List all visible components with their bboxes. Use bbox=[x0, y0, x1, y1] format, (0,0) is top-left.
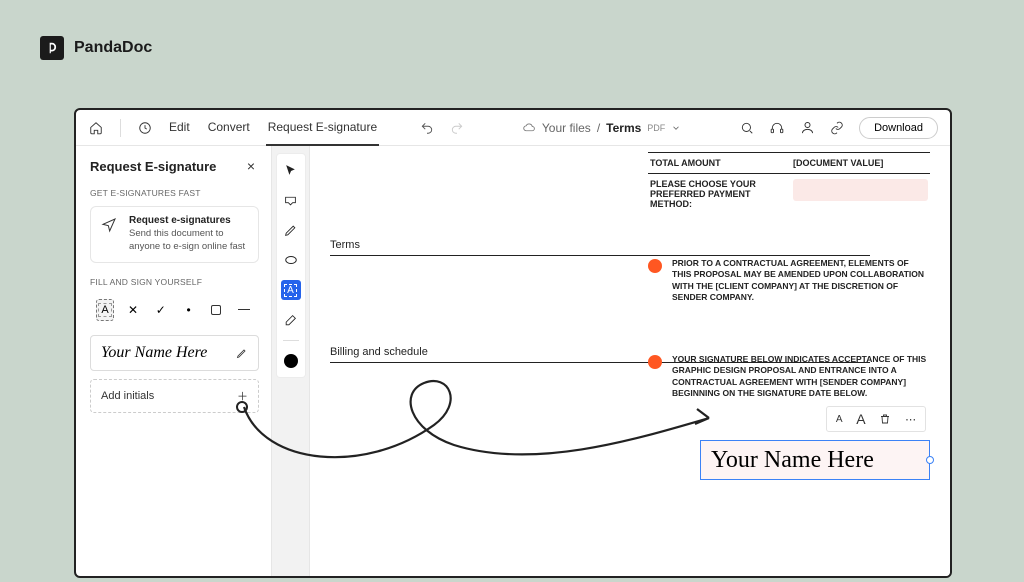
signature-preview-text: Your Name Here bbox=[101, 344, 207, 362]
terms-bullet-2-text: YOUR SIGNATURE BELOW INDICATES ACCEPTANC… bbox=[672, 354, 930, 400]
terms-bullet-2: YOUR SIGNATURE BELOW INDICATES ACCEPTANC… bbox=[648, 354, 930, 400]
tab-convert[interactable]: Convert bbox=[206, 110, 252, 146]
more-icon[interactable]: ⋯ bbox=[899, 413, 922, 426]
breadcrumb-suffix: PDF bbox=[647, 123, 665, 133]
rect-icon[interactable] bbox=[207, 299, 225, 321]
trash-icon[interactable] bbox=[873, 413, 897, 425]
resize-handle-icon[interactable] bbox=[926, 456, 934, 464]
app-window: Edit Convert Request E-signature Your fi… bbox=[74, 108, 952, 578]
lasso-tool-icon[interactable] bbox=[281, 250, 301, 270]
request-esign-card[interactable]: Request e-signatures Send this document … bbox=[90, 206, 259, 263]
close-icon[interactable]: × bbox=[243, 156, 259, 176]
total-amount-value: [DOCUMENT VALUE] bbox=[793, 158, 928, 168]
cursor-tool-icon[interactable] bbox=[281, 160, 301, 180]
textbox-tool-icon[interactable]: A bbox=[281, 280, 301, 300]
terms-bullet-1-text: PRIOR TO A CONTRACTUAL AGREEMENT, ELEMEN… bbox=[672, 258, 930, 304]
send-icon bbox=[101, 215, 119, 254]
chevron-down-icon[interactable] bbox=[671, 123, 681, 133]
tab-esignature[interactable]: Request E-signature bbox=[266, 110, 379, 146]
font-large-icon[interactable]: A bbox=[850, 411, 871, 427]
terms-bullet-1: PRIOR TO A CONTRACTUAL AGREEMENT, ELEMEN… bbox=[648, 258, 930, 304]
brand-logo-row: PandaDoc bbox=[40, 36, 152, 60]
user-icon[interactable] bbox=[799, 120, 815, 136]
bullet-dot-icon bbox=[648, 355, 662, 369]
link-icon[interactable] bbox=[829, 120, 845, 136]
history-icon[interactable] bbox=[137, 120, 153, 136]
x-mark-icon[interactable]: ✕ bbox=[124, 299, 142, 321]
font-small-icon[interactable]: A bbox=[830, 414, 849, 425]
eraser-tool-icon[interactable] bbox=[281, 310, 301, 330]
pandadoc-logo-icon bbox=[40, 36, 64, 60]
line-icon[interactable] bbox=[235, 299, 253, 321]
signature-preview-box[interactable]: Your Name Here bbox=[90, 335, 259, 371]
pencil-icon[interactable] bbox=[236, 347, 248, 359]
redo-icon[interactable] bbox=[449, 120, 465, 136]
sidebar-section-2-label: FILL AND SIGN YOURSELF bbox=[90, 277, 259, 287]
doc-summary-table: TOTAL AMOUNT [DOCUMENT VALUE] PLEASE CHO… bbox=[648, 152, 930, 214]
document-canvas: TOTAL AMOUNT [DOCUMENT VALUE] PLEASE CHO… bbox=[310, 146, 950, 576]
add-initials-button[interactable]: Add initials ＋ bbox=[90, 379, 259, 413]
text-tool-icon[interactable]: A bbox=[96, 299, 114, 321]
search-icon[interactable] bbox=[739, 120, 755, 136]
promo-body: Send this document to anyone to e-sign o… bbox=[129, 228, 248, 254]
sidebar-title: Request E-signature bbox=[90, 159, 216, 174]
payment-method-field[interactable] bbox=[793, 179, 928, 201]
home-icon[interactable] bbox=[88, 120, 104, 136]
sign-tools-row: A ✕ ✓ • bbox=[90, 295, 259, 325]
pen-tool-icon[interactable] bbox=[281, 220, 301, 240]
sidebar-section-1-label: GET E-SIGNATURES FAST bbox=[90, 188, 259, 198]
signature-format-toolbar: A A ⋯ bbox=[826, 406, 926, 432]
menu-divider bbox=[120, 119, 121, 137]
payment-method-label: PLEASE CHOOSE YOUR PREFERRED PAYMENT MET… bbox=[650, 179, 785, 209]
sidebar-panel: Request E-signature × GET E-SIGNATURES F… bbox=[76, 146, 272, 576]
breadcrumb[interactable]: Your files / Terms PDF bbox=[523, 121, 681, 135]
vertical-toolbelt: A bbox=[272, 146, 310, 576]
comment-tool-icon[interactable] bbox=[281, 190, 301, 210]
headphones-icon[interactable] bbox=[769, 120, 785, 136]
total-amount-label: TOTAL AMOUNT bbox=[650, 158, 785, 168]
plus-icon: ＋ bbox=[237, 388, 248, 404]
bullet-dot-icon bbox=[648, 259, 662, 273]
promo-title: Request e-signatures bbox=[129, 215, 248, 226]
breadcrumb-prefix: Your files bbox=[542, 121, 591, 135]
download-button[interactable]: Download bbox=[859, 117, 938, 139]
add-initials-label: Add initials bbox=[101, 390, 154, 402]
terms-heading: Terms bbox=[330, 239, 870, 256]
dot-icon[interactable]: • bbox=[180, 299, 198, 321]
brand-name: PandaDoc bbox=[74, 39, 152, 57]
top-menu: Edit Convert Request E-signature Your fi… bbox=[76, 110, 950, 146]
cloud-icon bbox=[523, 121, 536, 134]
signature-field[interactable]: Your Name Here bbox=[700, 440, 930, 480]
signature-field-text: Your Name Here bbox=[711, 447, 874, 474]
tab-edit[interactable]: Edit bbox=[167, 110, 192, 146]
breadcrumb-current: Terms bbox=[606, 121, 641, 135]
check-icon[interactable]: ✓ bbox=[152, 299, 170, 321]
color-dot-icon[interactable] bbox=[281, 351, 301, 371]
undo-icon[interactable] bbox=[419, 120, 435, 136]
